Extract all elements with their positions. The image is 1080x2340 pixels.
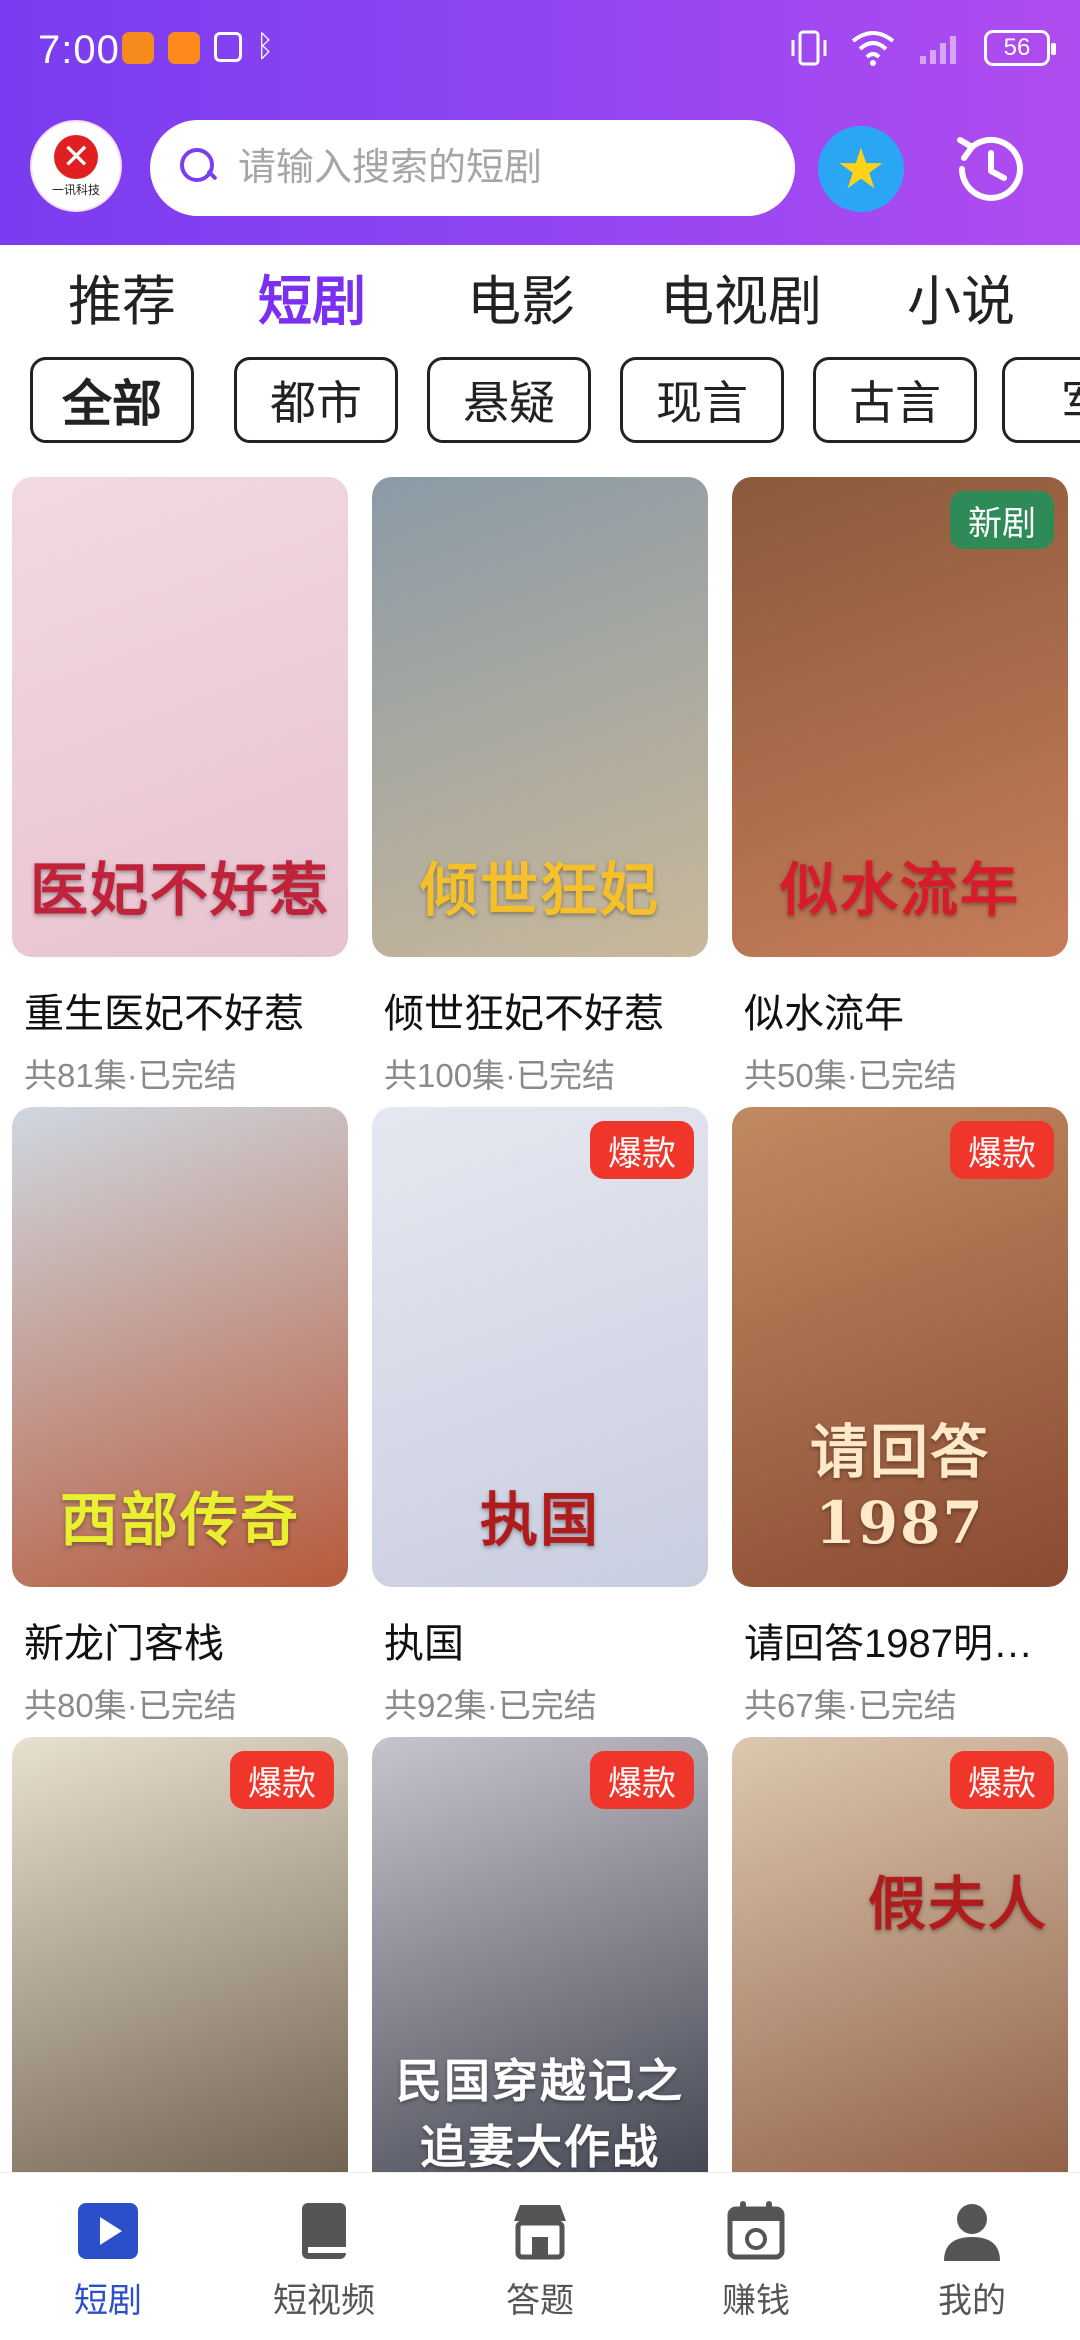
bottom-navigation: 短剧 短视频 答题 赚钱 我的 xyxy=(0,2172,1080,2340)
drama-episode-info: 共81集·已完结 xyxy=(24,1057,237,1094)
drama-grid: 医妃不好惹 重生医妃不好惹 共81集·已完结 倾世狂妃 倾世狂妃不好惹 共100… xyxy=(0,477,1080,2172)
app-logo[interactable]: 一讯科技 xyxy=(30,120,122,212)
nav-label: 短视频 xyxy=(273,2282,375,2320)
nfc-icon xyxy=(214,32,242,62)
category-filter: 全部 都市 悬疑 现言 古言 军 xyxy=(30,357,1080,445)
app-screen: 7:00 ᛒ 56 ✕ 一讯科技 请输入搜索的短剧 ★ 推荐 短剧 电影 电视剧… xyxy=(0,0,1080,2340)
search-box[interactable] xyxy=(150,120,795,216)
drama-badge: 爆款 xyxy=(590,1751,694,1809)
header-bar: 7:00 ᛒ 56 ✕ 一讯科技 请输入搜索的短剧 ★ xyxy=(0,0,1080,245)
search-input[interactable] xyxy=(238,146,778,190)
drama-card[interactable]: 爆款 请回答1987 请回答1987明… 共67集·已完结 xyxy=(732,1107,1068,1727)
drama-episode-info: 共100集·已完结 xyxy=(384,1057,616,1094)
play-icon xyxy=(76,2199,140,2263)
drama-poster[interactable]: 爆款 xyxy=(12,1737,348,2172)
drama-title[interactable]: 重生医妃不好惹 xyxy=(12,981,332,1039)
category-chip-ancient-romance[interactable]: 古言 xyxy=(813,357,977,443)
drama-card[interactable]: 爆款 假夫人 xyxy=(732,1737,1068,2172)
poster-title-text: 倾世狂妃 xyxy=(419,856,660,924)
drama-title[interactable]: 新龙门客栈 xyxy=(12,1611,332,1669)
category-chip-all[interactable]: 全部 xyxy=(30,357,194,443)
drama-card[interactable]: 爆款 执国 执国 共92集·已完结 xyxy=(372,1107,708,1727)
nav-profile[interactable]: 我的 xyxy=(902,2199,1042,2322)
drama-episode-info: 共50集·已完结 xyxy=(744,1057,957,1094)
drama-poster[interactable]: 爆款 请回答1987 xyxy=(732,1107,1068,1587)
drama-title[interactable]: 倾世狂妃不好惹 xyxy=(372,981,692,1039)
history-button[interactable] xyxy=(948,126,1034,212)
drama-poster[interactable]: 新剧 似水流年 xyxy=(732,477,1068,957)
star-icon: ★ xyxy=(835,137,887,200)
favorites-button[interactable]: ★ xyxy=(818,126,904,212)
tab-tv-series[interactable]: 电视剧 xyxy=(660,262,822,342)
drama-badge: 新剧 xyxy=(950,491,1054,549)
nav-label: 短剧 xyxy=(74,2282,142,2320)
drama-card[interactable]: 爆款 民国穿越记之追妻大作战 xyxy=(372,1737,708,2172)
status-right: 56 xyxy=(790,28,1056,68)
drama-badge: 爆款 xyxy=(230,1751,334,1809)
main-tabs: 推荐 短剧 电影 电视剧 小说 xyxy=(0,262,1080,352)
nav-label: 我的 xyxy=(938,2282,1006,2320)
tab-movie[interactable]: 电影 xyxy=(467,262,575,342)
drama-episode-info: 共92集·已完结 xyxy=(384,1687,597,1724)
book-icon xyxy=(292,2199,356,2263)
drama-poster[interactable]: 倾世狂妃 xyxy=(372,477,708,957)
poster-title-text: 似水流年 xyxy=(779,856,1020,924)
nav-label: 赚钱 xyxy=(722,2282,790,2320)
poster-title-text: 西部传奇 xyxy=(59,1486,300,1554)
nav-short-drama[interactable]: 短剧 xyxy=(38,2199,178,2322)
wifi-icon xyxy=(851,31,895,66)
poster-title-text: 请回答1987 xyxy=(809,1418,990,1557)
drama-badge: 爆款 xyxy=(590,1121,694,1179)
nav-short-video[interactable]: 短视频 xyxy=(254,2199,394,2322)
drama-episode-info: 共80集·已完结 xyxy=(24,1687,237,1724)
drama-poster[interactable]: 爆款 假夫人 xyxy=(732,1737,1068,2172)
poster-title-text: 执国 xyxy=(479,1486,600,1554)
drama-card[interactable]: 西部传奇 新龙门客栈 共80集·已完结 xyxy=(12,1107,348,1727)
category-chip-suspense[interactable]: 悬疑 xyxy=(427,357,591,443)
calendar-icon xyxy=(724,2199,788,2263)
bluetooth-icon: ᛒ xyxy=(256,30,274,63)
drama-poster[interactable]: 爆款 民国穿越记之追妻大作战 xyxy=(372,1737,708,2172)
drama-title[interactable]: 执国 xyxy=(372,1611,692,1669)
drama-title[interactable]: 似水流年 xyxy=(732,981,1052,1039)
drama-card[interactable]: 新剧 似水流年 似水流年 共50集·已完结 xyxy=(732,477,1068,1097)
app-notification-icon xyxy=(122,32,154,64)
drama-card[interactable]: 倾世狂妃 倾世狂妃不好惹 共100集·已完结 xyxy=(372,477,708,1097)
user-icon xyxy=(940,2199,1004,2263)
poster-title-text: 假夫人 xyxy=(867,1870,1048,1938)
poster-title-text: 医妃不好惹 xyxy=(29,856,330,924)
drama-title[interactable]: 请回答1987明… xyxy=(732,1611,1052,1669)
drama-episode-info: 共67集·已完结 xyxy=(744,1687,957,1724)
logo-text: 一讯科技 xyxy=(51,182,100,197)
store-icon xyxy=(508,2199,572,2263)
clock-history-icon xyxy=(957,136,1023,201)
category-chip-modern-romance[interactable]: 现言 xyxy=(620,357,784,443)
drama-poster[interactable]: 西部传奇 xyxy=(12,1107,348,1587)
drama-card[interactable]: 医妃不好惹 重生医妃不好惹 共81集·已完结 xyxy=(12,477,348,1097)
tab-short-drama[interactable]: 短剧 xyxy=(258,262,366,342)
search-icon xyxy=(180,148,220,188)
tab-recommend[interactable]: 推荐 xyxy=(68,262,176,342)
tab-novel[interactable]: 小说 xyxy=(907,262,1015,342)
nav-label: 答题 xyxy=(506,2282,574,2320)
nav-earn[interactable]: 赚钱 xyxy=(686,2199,826,2322)
nav-quiz[interactable]: 答题 xyxy=(470,2199,610,2322)
drama-poster[interactable]: 爆款 执国 xyxy=(372,1107,708,1587)
status-app-icons: ᛒ xyxy=(122,32,274,64)
drama-card[interactable]: 爆款 xyxy=(12,1737,348,2172)
logo-mark-icon xyxy=(48,134,104,179)
category-chip-urban[interactable]: 都市 xyxy=(234,357,398,443)
category-chip-military[interactable]: 军 xyxy=(1002,357,1080,443)
battery-indicator: 56 xyxy=(984,30,1056,66)
poster-title-text: 民国穿越记之追妻大作战 xyxy=(396,2054,684,2172)
status-bar: 7:00 ᛒ 56 xyxy=(0,0,1080,100)
app-notification-icon xyxy=(168,32,200,64)
drama-badge: 爆款 xyxy=(950,1121,1054,1179)
vibrate-icon xyxy=(791,30,827,66)
cell-signal-icon xyxy=(920,36,956,64)
drama-badge: 爆款 xyxy=(950,1751,1054,1809)
drama-poster[interactable]: 医妃不好惹 xyxy=(12,477,348,957)
status-time: 7:00 xyxy=(38,28,120,72)
